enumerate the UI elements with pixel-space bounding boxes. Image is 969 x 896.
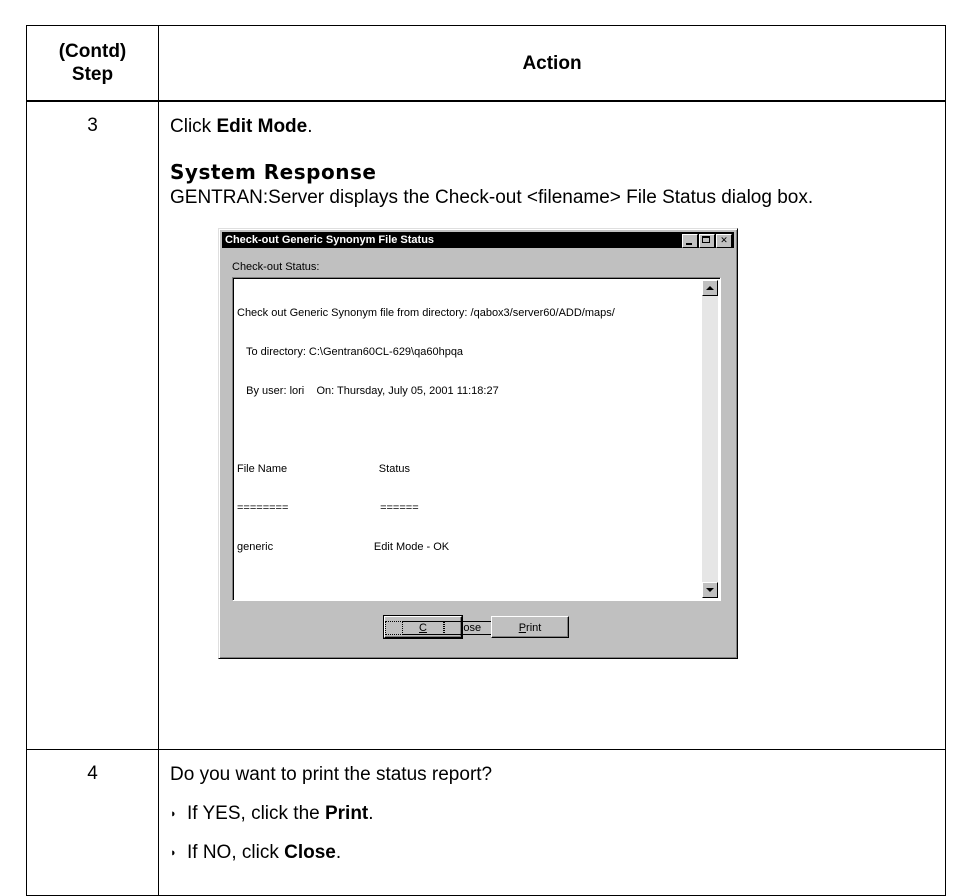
status-line [237, 424, 698, 437]
checkout-status-label: Check-out Status: [232, 261, 320, 273]
bullet-no: ◗ If NO, click Close. [170, 840, 945, 866]
step-question: Do you want to print the status report? [170, 763, 493, 785]
close-button[interactable]: Close [383, 615, 516, 639]
vertical-scrollbar[interactable] [702, 280, 718, 598]
step-action: Click Edit Mode. System Response GENTRAN… [158, 100, 946, 750]
scroll-down-icon[interactable] [702, 582, 718, 598]
bullet-icon: ◗ [170, 807, 177, 820]
maximize-icon[interactable] [699, 234, 715, 248]
status-text-area[interactable]: Check out Generic Synonym file from dire… [232, 277, 721, 601]
table-row-step-4: 4 Do you want to print the status report… [26, 748, 946, 896]
action-column-header: Action [158, 25, 946, 102]
minimize-icon[interactable] [682, 234, 698, 248]
status-text: Check out Generic Synonym file from dire… [237, 281, 698, 580]
system-response-text: GENTRAN:Server displays the Check-out <f… [170, 187, 814, 208]
dialog-title: Check-out Generic Synonym File Status [225, 234, 435, 246]
status-line: generic Edit Mode - OK [237, 541, 450, 553]
procedure-table: (Contd) Step Action 3 Click Edit Mode. S… [26, 25, 946, 896]
step-number: 3 [26, 100, 159, 750]
step-number: 4 [26, 748, 159, 896]
table-header-row: (Contd) Step Action [26, 25, 946, 102]
status-line: ======== ====== [237, 502, 419, 514]
close-icon[interactable]: ✕ [716, 234, 732, 248]
status-line: Check out Generic Synonym file from dire… [237, 307, 615, 319]
dialog-title-bar[interactable]: Check-out Generic Synonym File Status ✕ [222, 232, 734, 248]
window-controls: ✕ [681, 234, 732, 248]
table-row-step-3: 3 Click Edit Mode. System Response GENTR… [26, 100, 946, 750]
bullet-yes: ◗ If YES, click the Print. [170, 801, 945, 827]
file-status-dialog: Check-out Generic Synonym File Status ✕ … [218, 228, 738, 659]
bullet-icon: ◗ [170, 846, 177, 859]
scroll-up-icon[interactable] [702, 280, 718, 296]
step-action: Do you want to print the status report? … [158, 748, 946, 896]
step-header-line1: (Contd) [58, 41, 127, 62]
step-header-line2: Step [71, 64, 114, 85]
print-button[interactable]: Print [491, 616, 569, 638]
status-line: To directory: C:\Gentran60CL-629\qa60hpq… [237, 346, 464, 358]
status-line: File Name Status [237, 463, 410, 475]
status-line: By user: lori On: Thursday, July 05, 200… [237, 385, 499, 397]
system-response-heading: System Response [170, 160, 377, 184]
step-instruction: Click Edit Mode. [170, 116, 313, 137]
step-column-header: (Contd) Step [26, 25, 159, 102]
